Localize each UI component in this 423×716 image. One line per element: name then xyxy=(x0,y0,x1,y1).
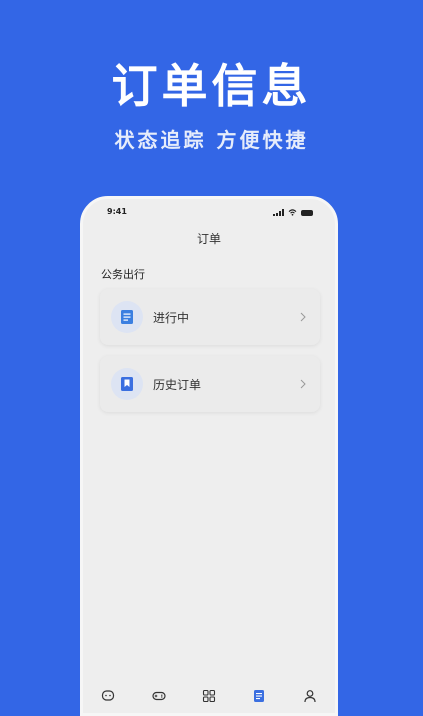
promo-title: 订单信息 xyxy=(111,59,312,113)
status-icons xyxy=(273,209,313,216)
tab-game[interactable] xyxy=(144,689,174,704)
history-orders-label: 历史订单 xyxy=(153,377,202,392)
tab-bar xyxy=(83,683,335,713)
grid-icon xyxy=(202,689,216,703)
card-icon-wrap xyxy=(111,301,143,333)
battery-icon xyxy=(301,210,313,216)
ongoing-orders-label: 进行中 xyxy=(153,310,190,325)
chevron-right-icon xyxy=(300,379,306,389)
signal-icon xyxy=(273,209,284,216)
document-icon xyxy=(121,310,133,324)
card-icon-wrap xyxy=(111,368,143,400)
ongoing-orders-card[interactable]: 进行中 xyxy=(100,289,320,345)
status-bar: 9:41 xyxy=(83,207,335,223)
tab-apps[interactable] xyxy=(194,689,224,704)
user-icon xyxy=(304,690,316,703)
gamepad-icon xyxy=(151,691,166,701)
nav-title: 订单 xyxy=(196,232,221,246)
tab-chat[interactable] xyxy=(93,689,123,704)
wifi-icon xyxy=(288,209,297,216)
tab-orders[interactable] xyxy=(244,689,274,704)
tab-profile[interactable] xyxy=(295,689,325,704)
chat-icon xyxy=(102,690,115,701)
chevron-right-icon xyxy=(300,312,306,322)
history-orders-card[interactable]: 历史订单 xyxy=(100,356,320,412)
section-title: 公务出行 xyxy=(101,268,145,281)
promo-subtitle: 状态追踪 方便快捷 xyxy=(114,128,309,152)
phone-frame: 9:41 订单 公务出行 进行中 历史订单 xyxy=(80,196,338,716)
status-time: 9:41 xyxy=(107,207,127,216)
bookmark-icon xyxy=(121,377,133,391)
orders-icon xyxy=(254,690,265,702)
